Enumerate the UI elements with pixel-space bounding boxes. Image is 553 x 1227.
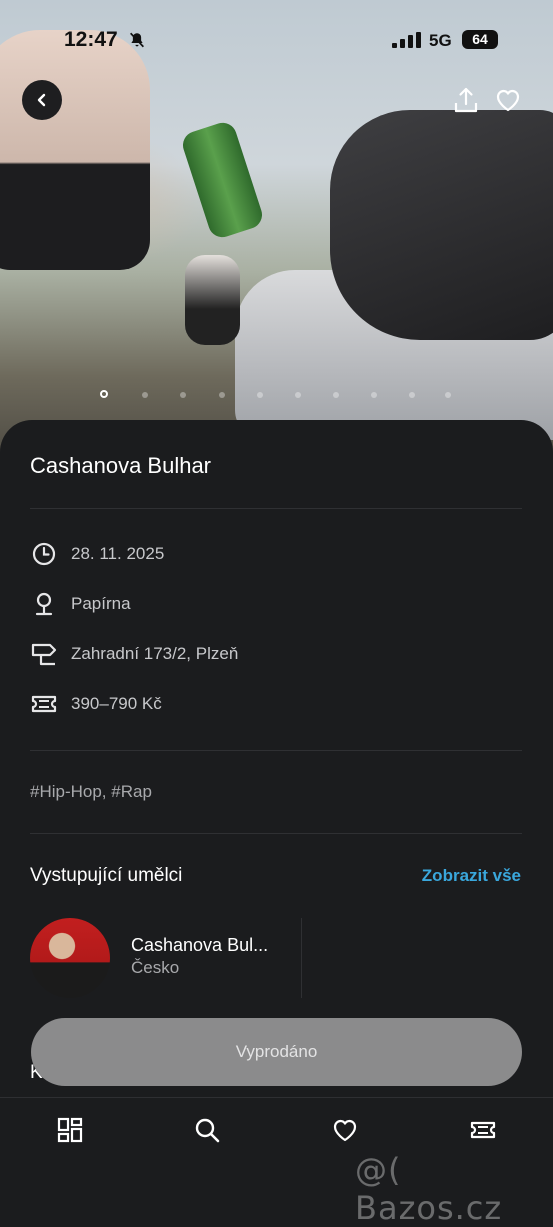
carousel-indicator [100, 389, 460, 401]
carousel-dot[interactable] [142, 392, 148, 398]
divider [30, 750, 522, 751]
carousel-dot[interactable] [219, 392, 225, 398]
heart-icon[interactable] [331, 1116, 359, 1144]
battery-icon: 64 [462, 30, 498, 49]
artist-country: Česko [131, 958, 180, 977]
event-venue: Papírna [71, 594, 131, 613]
carousel-dot[interactable] [409, 392, 415, 398]
artists-section-title: Vystupující umělci [30, 865, 183, 886]
event-tags[interactable]: #Hip-Hop, #Rap [30, 782, 152, 802]
signpost-icon [31, 643, 57, 666]
bell-muted-icon [130, 32, 144, 48]
location-pin-icon [35, 592, 53, 616]
ticket-icon[interactable] [469, 1116, 497, 1144]
divider [30, 833, 522, 834]
dashboard-icon[interactable] [56, 1116, 84, 1144]
hero-cyclist-background [185, 255, 240, 345]
carousel-dot[interactable] [257, 392, 263, 398]
ticket-icon [31, 695, 57, 713]
back-button[interactable] [22, 80, 62, 120]
carousel-dot[interactable] [333, 392, 339, 398]
event-price-row: 390–790 Kč [30, 689, 162, 719]
event-date-row: 28. 11. 2025 [30, 539, 164, 569]
artist-card[interactable]: Cashanova Bul... Česko [30, 918, 302, 998]
back-icon [37, 93, 46, 107]
sold-out-button[interactable]: Vyprodáno [31, 1018, 522, 1086]
share-icon[interactable] [452, 86, 480, 114]
status-bar: 12:47 5G 64 [0, 0, 553, 80]
network-label: 5G [429, 31, 452, 50]
artist-avatar [30, 918, 110, 998]
carousel-dot[interactable] [445, 392, 451, 398]
event-address: Zahradní 173/2, Plzeň [71, 644, 239, 663]
event-address-row[interactable]: Zahradní 173/2, Plzeň [30, 639, 238, 669]
event-date: 28. 11. 2025 [71, 544, 165, 563]
watermark: @( Bazos.cz [355, 1151, 503, 1227]
carousel-dot[interactable] [180, 392, 186, 398]
carousel-dot[interactable] [371, 392, 377, 398]
clock-icon [32, 542, 56, 566]
artist-name: Cashanova Bul... [131, 935, 269, 955]
event-price: 390–790 Kč [71, 694, 162, 713]
status-time: 12:47 [64, 28, 118, 51]
event-title: Cashanova Bulhar [30, 453, 212, 478]
see-all-link[interactable]: Zobrazit vše [422, 866, 521, 886]
search-icon[interactable] [193, 1116, 221, 1144]
carousel-dot-active[interactable] [100, 390, 108, 398]
heart-icon[interactable] [494, 86, 522, 114]
signal-icon [392, 32, 421, 48]
hero-can [179, 119, 266, 241]
hero-person [330, 110, 553, 340]
event-detail-sheet: Cashanova Bulhar 28. 11. 2025 Papírna Za… [0, 420, 553, 1110]
carousel-dot[interactable] [295, 392, 301, 398]
divider [301, 918, 302, 998]
event-venue-row[interactable]: Papírna [30, 589, 131, 619]
divider [30, 508, 522, 509]
